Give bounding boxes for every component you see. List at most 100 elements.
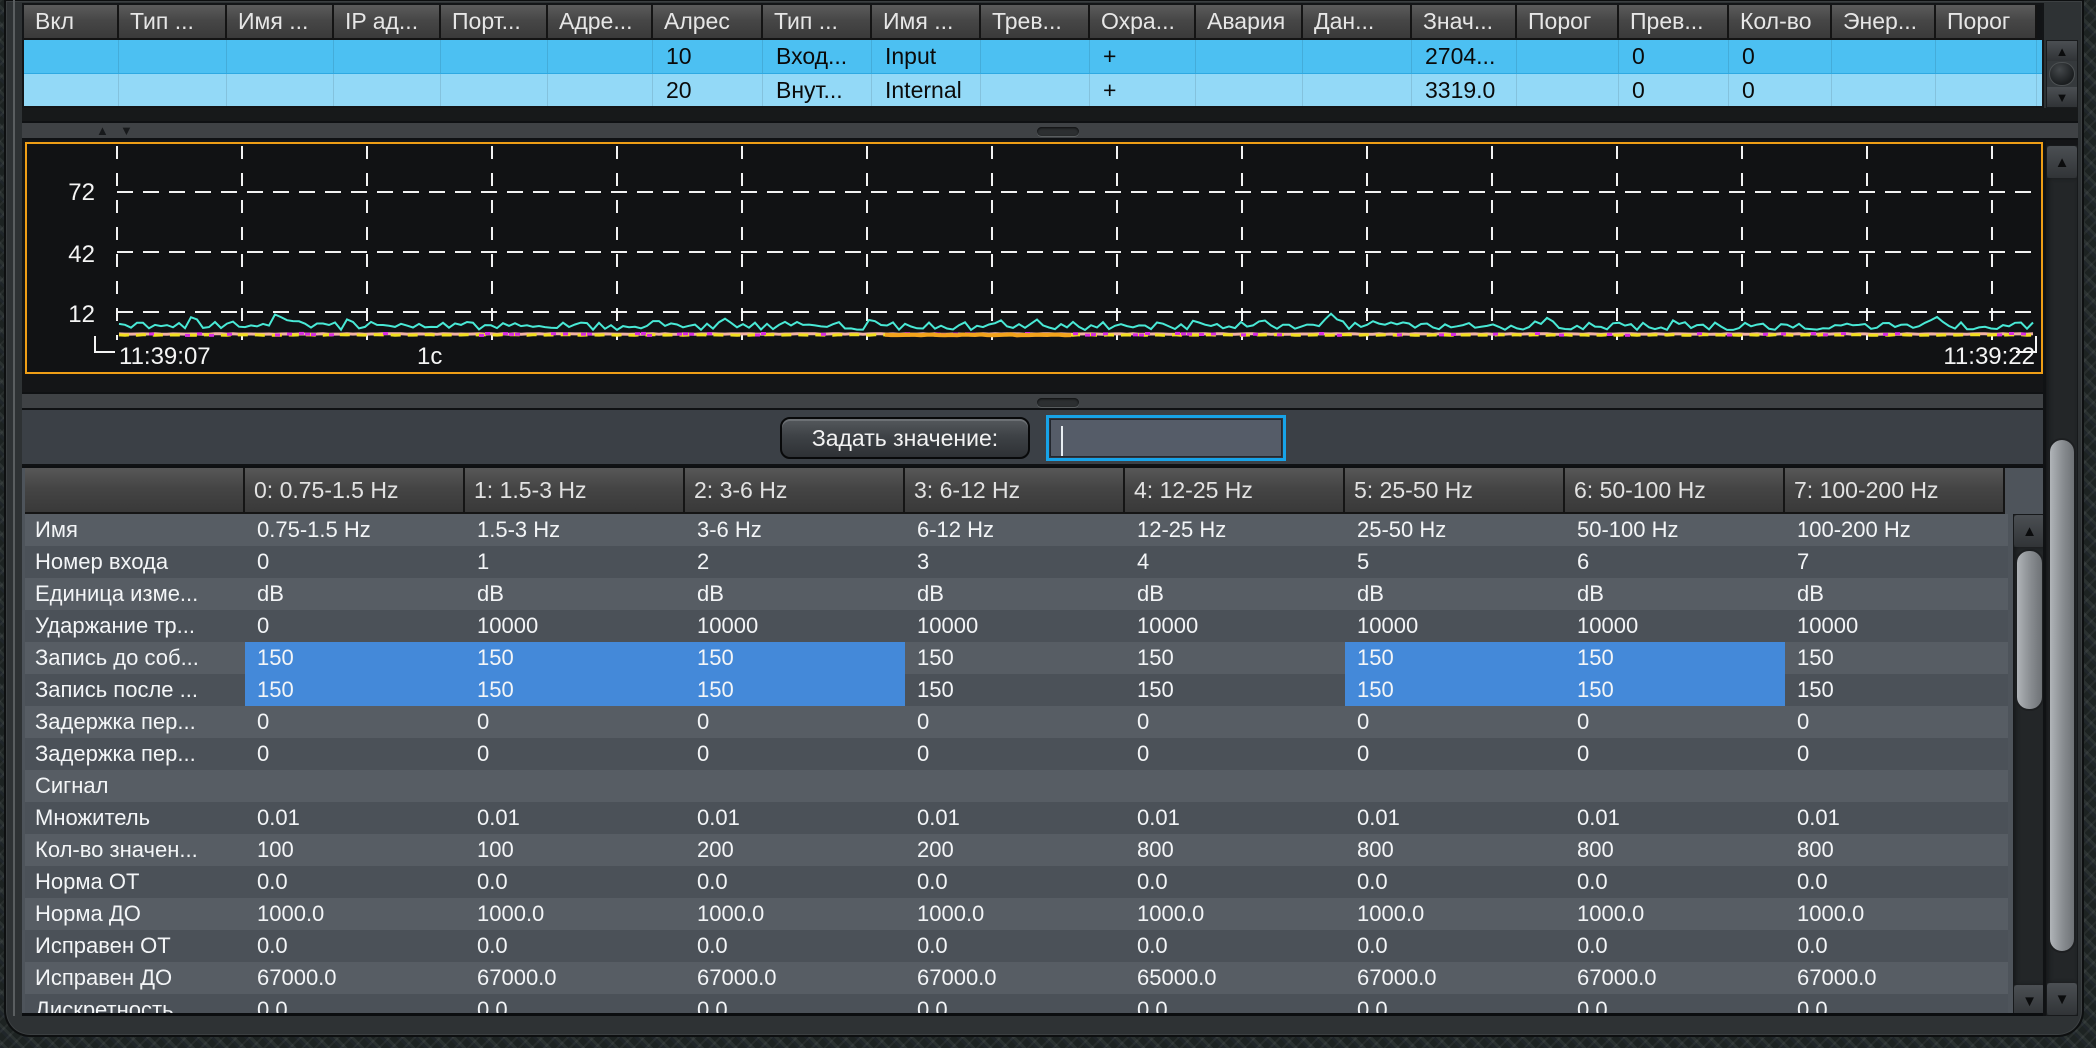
param-cell[interactable]: dB [245,578,465,610]
table-cell[interactable] [1832,40,1936,73]
param-cell[interactable]: 0.0 [685,866,905,898]
table-cell[interactable]: 20 [653,74,763,107]
param-cell[interactable]: 67000.0 [685,962,905,994]
param-cell[interactable]: 0 [905,738,1125,770]
param-cell[interactable]: 6 [1565,546,1785,578]
param-column-header[interactable]: 6: 50-100 Hz [1565,468,1785,514]
param-cell[interactable]: 10000 [1345,610,1565,642]
table-cell[interactable] [334,74,441,107]
table-cell[interactable] [227,74,334,107]
param-cell[interactable]: dB [685,578,905,610]
scroll-down-button[interactable]: ▼ [2047,87,2077,107]
param-cell[interactable]: 0.0 [245,866,465,898]
table-row[interactable]: 20Внут...Internal+3319.000 [24,73,2042,107]
param-cell[interactable]: 0.0 [1345,866,1565,898]
param-cell[interactable]: 150 [685,642,905,674]
param-cell[interactable]: 0.0 [685,994,905,1016]
param-cell[interactable]: 100 [245,834,465,866]
param-row-label[interactable]: Запись после ... [25,674,245,706]
param-cell[interactable]: 0.0 [1345,994,1565,1016]
table-cell[interactable]: + [1090,74,1196,107]
splitter-top[interactable]: ▲ ▼ [22,121,2078,140]
param-cell[interactable]: 0 [1785,706,2005,738]
param-row-label[interactable]: Имя [25,514,245,546]
param-cell[interactable]: 1000.0 [465,898,685,930]
param-cell[interactable]: 0.01 [1345,802,1565,834]
param-row-label[interactable]: Номер входа [25,546,245,578]
param-cell[interactable]: 150 [245,642,465,674]
param-cell[interactable]: 2 [685,546,905,578]
param-cell[interactable]: 150 [465,674,685,706]
param-cell[interactable]: 100-200 Hz [1785,514,2005,546]
param-cell[interactable]: 0 [1125,738,1345,770]
param-cell[interactable]: 0.0 [685,930,905,962]
param-cell[interactable]: 150 [905,642,1125,674]
scroll-thumb[interactable] [2049,62,2075,86]
table-cell[interactable]: 0 [1619,74,1729,107]
param-cell[interactable]: 150 [1565,674,1785,706]
device-table-scrollbar[interactable]: ▲ ▼ [2046,40,2078,108]
scroll-up-button[interactable]: ▲ [2014,515,2045,547]
param-cell[interactable] [685,770,905,802]
param-cell[interactable]: 0.01 [245,802,465,834]
param-cell[interactable]: 800 [1785,834,2005,866]
param-cell[interactable]: dB [1125,578,1345,610]
param-cell[interactable]: 0.75-1.5 Hz [245,514,465,546]
param-cell[interactable]: 100 [465,834,685,866]
param-cell[interactable]: 67000.0 [465,962,685,994]
param-cell[interactable]: 150 [1785,642,2005,674]
table-cell[interactable] [1303,74,1412,107]
table-cell[interactable] [981,40,1090,73]
param-cell[interactable]: 0.0 [465,994,685,1016]
param-cell[interactable]: 800 [1565,834,1785,866]
param-cell[interactable] [465,770,685,802]
table-cell[interactable]: 0 [1729,74,1832,107]
param-cell[interactable]: 1000.0 [905,898,1125,930]
param-cell[interactable]: 0 [1125,706,1345,738]
param-cell[interactable]: 0 [1565,738,1785,770]
param-cell[interactable]: 50-100 Hz [1565,514,1785,546]
param-column-header[interactable]: 2: 3-6 Hz [685,468,905,514]
table-cell[interactable] [1303,40,1412,73]
column-header[interactable]: Имя ... [227,5,334,40]
column-header[interactable]: Авария [1196,5,1303,40]
param-cell[interactable]: 0 [1785,738,2005,770]
scroll-thumb[interactable] [2048,438,2076,953]
param-cell[interactable]: 0 [245,546,465,578]
param-cell[interactable]: 67000.0 [1785,962,2005,994]
param-cell[interactable]: 0.0 [1345,930,1565,962]
param-cell[interactable]: 1000.0 [685,898,905,930]
param-cell[interactable]: 67000.0 [1345,962,1565,994]
param-row-label[interactable]: Норма ДО [25,898,245,930]
param-cell[interactable]: 0 [1345,738,1565,770]
param-cell[interactable]: 0.0 [465,866,685,898]
param-cell[interactable]: dB [465,578,685,610]
param-row-label[interactable]: Исправен ДО [25,962,245,994]
param-cell[interactable]: 0.0 [465,930,685,962]
param-cell[interactable]: 65000.0 [1125,962,1345,994]
table-cell[interactable]: 0 [1619,40,1729,73]
column-header[interactable]: Энер... [1832,5,1936,40]
table-cell[interactable]: 10 [653,40,763,73]
param-cell[interactable]: 150 [1565,642,1785,674]
param-cell[interactable]: 0 [245,706,465,738]
param-row-label[interactable]: Ударжание тр... [25,610,245,642]
table-cell[interactable] [334,40,441,73]
param-cell[interactable]: 1000.0 [1565,898,1785,930]
param-cell[interactable]: 67000.0 [1565,962,1785,994]
param-cell[interactable]: 0.01 [685,802,905,834]
param-cell[interactable]: 0.0 [1565,930,1785,962]
column-header[interactable]: Имя ... [872,5,981,40]
column-header[interactable]: Порог [1517,5,1619,40]
param-cell[interactable]: 0 [465,706,685,738]
param-cell[interactable]: 0 [245,738,465,770]
collapse-up-icon[interactable]: ▲ [96,123,109,138]
table-cell[interactable] [119,40,227,73]
table-cell[interactable]: 2704... [1412,40,1517,73]
param-cell[interactable]: 1.5-3 Hz [465,514,685,546]
param-cell[interactable]: 0.0 [1785,994,2005,1016]
collapse-down-icon[interactable]: ▼ [120,123,133,138]
scroll-up-button[interactable]: ▲ [2047,146,2077,178]
table-cell[interactable]: Input [872,40,981,73]
param-cell[interactable]: 150 [1125,642,1345,674]
